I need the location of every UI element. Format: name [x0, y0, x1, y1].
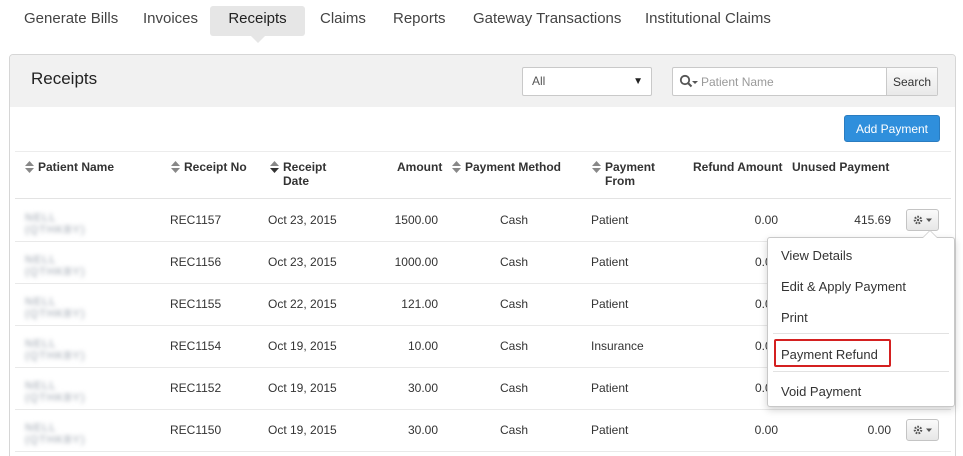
table-row[interactable]: NELL (QTHKBY) REC1157 Oct 23, 2015 1500.…	[15, 200, 951, 242]
page-title: Receipts	[31, 69, 98, 88]
payment-method: Cash	[500, 381, 529, 395]
row-actions-button[interactable]	[906, 419, 939, 441]
column-header-patient-name[interactable]: Patient Name	[25, 160, 114, 174]
payment-method: Cash	[500, 297, 529, 311]
payment-from: Patient	[591, 297, 629, 311]
payment-method: Cash	[500, 255, 529, 269]
payment-from: Patient	[591, 381, 629, 395]
amount: 121.00	[401, 297, 438, 311]
menu-item-edit-apply-payment[interactable]: Edit & Apply Payment	[781, 279, 906, 294]
table-row[interactable]: NELL (QTHKBY) REC1150 Oct 19, 2015 30.00…	[15, 410, 951, 452]
unused-payment: 415.69	[854, 213, 891, 227]
column-header-receipt-no[interactable]: Receipt No	[171, 160, 247, 174]
amount: 1000.00	[394, 255, 438, 269]
add-payment-button[interactable]: Add Payment	[844, 115, 940, 142]
tab-receipts[interactable]: Receipts	[210, 6, 305, 43]
tab-gateway-transactions[interactable]: Gateway Transactions	[461, 6, 633, 36]
sort-icon	[270, 161, 279, 173]
amount: 10.00	[407, 339, 438, 353]
menu-item-print[interactable]: Print	[781, 310, 808, 325]
column-header-payment-from[interactable]: Payment From	[592, 160, 655, 188]
tab-generate-bills[interactable]: Generate Bills	[12, 6, 130, 36]
search-box: Search	[672, 67, 938, 96]
sort-icon	[592, 161, 601, 173]
patient-name-redacted: NELL (QTHKBY)	[25, 254, 86, 278]
receipt-no: REC1155	[170, 297, 222, 311]
sort-icon	[25, 161, 34, 173]
menu-divider	[773, 371, 949, 372]
payment-from: Patient	[591, 213, 629, 227]
receipt-no: REC1152	[170, 381, 222, 395]
receipt-date: Oct 19, 2015	[268, 423, 337, 437]
menu-item-view-details[interactable]: View Details	[781, 248, 852, 263]
receipt-date: Oct 22, 2015	[268, 297, 337, 311]
tab-institutional-claims[interactable]: Institutional Claims	[633, 6, 783, 36]
top-nav: Generate Bills Invoices Receipts Claims …	[0, 0, 963, 43]
gear-icon	[913, 215, 932, 225]
receipt-date: Oct 23, 2015	[268, 255, 337, 269]
amount: 30.00	[407, 381, 438, 395]
caret-down-icon: ▼	[633, 76, 643, 87]
receipt-date: Oct 19, 2015	[268, 381, 337, 395]
patient-name-redacted: NELL (QTHKBY)	[25, 380, 86, 404]
search-input[interactable]	[701, 68, 887, 95]
receipt-date: Oct 23, 2015	[268, 213, 337, 227]
column-header-refund-amount[interactable]: Refund Amount	[693, 160, 783, 174]
column-header-amount[interactable]: Amount	[397, 160, 442, 174]
panel-header: Receipts All ▼ Search	[10, 55, 955, 107]
sort-icon	[452, 161, 461, 173]
menu-item-payment-refund[interactable]: Payment Refund	[781, 347, 878, 362]
unused-payment: 0.00	[867, 423, 891, 437]
column-header-payment-method[interactable]: Payment Method	[452, 160, 561, 174]
search-dropdown-icon[interactable]	[679, 74, 699, 90]
column-header-unused-payment[interactable]: Unused Payment	[792, 160, 889, 174]
search-button[interactable]: Search	[886, 68, 937, 95]
amount: 30.00	[407, 423, 438, 437]
refund-amount: 0.00	[754, 213, 778, 227]
receipt-no: REC1156	[170, 255, 222, 269]
payment-method: Cash	[500, 213, 529, 227]
payment-method: Cash	[500, 423, 529, 437]
patient-name-redacted: NELL (QTHKBY)	[25, 422, 86, 446]
tab-claims[interactable]: Claims	[308, 6, 378, 36]
row-actions-button[interactable]	[906, 209, 939, 231]
table-header: Patient Name Receipt No Receipt Date Amo…	[15, 151, 951, 199]
row-actions-menu: View Details Edit & Apply Payment Print …	[767, 230, 955, 407]
payment-method: Cash	[500, 339, 529, 353]
amount: 1500.00	[394, 213, 438, 227]
sort-icon	[171, 161, 180, 173]
menu-item-void-payment[interactable]: Void Payment	[781, 384, 861, 399]
tab-reports[interactable]: Reports	[381, 6, 458, 36]
payment-from: Insurance	[591, 339, 644, 353]
refund-amount: 0.00	[754, 423, 778, 437]
tab-invoices[interactable]: Invoices	[131, 6, 210, 36]
receipt-no: REC1157	[170, 213, 222, 227]
payment-from: Patient	[591, 423, 629, 437]
patient-name-redacted: NELL (QTHKBY)	[25, 212, 86, 236]
receipt-date: Oct 19, 2015	[268, 339, 337, 353]
column-header-receipt-date[interactable]: Receipt Date	[270, 160, 326, 188]
gear-icon	[913, 425, 932, 435]
filter-select[interactable]: All ▼	[522, 67, 652, 96]
menu-divider	[773, 333, 949, 334]
patient-name-redacted: NELL (QTHKBY)	[25, 296, 86, 320]
payment-from: Patient	[591, 255, 629, 269]
receipt-no: REC1150	[170, 423, 222, 437]
patient-name-redacted: NELL (QTHKBY)	[25, 338, 86, 362]
receipt-no: REC1154	[170, 339, 222, 353]
filter-selected-value: All	[532, 74, 546, 88]
